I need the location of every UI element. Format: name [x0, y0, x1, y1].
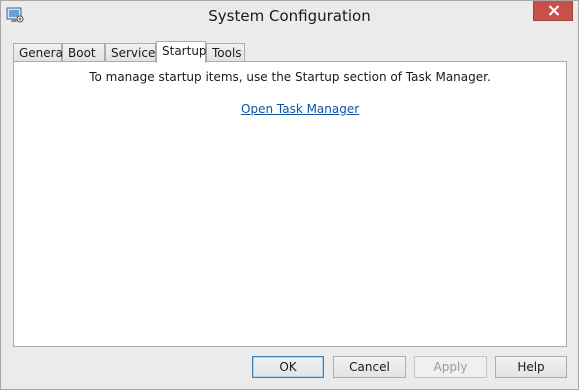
window-title: System Configuration [208, 7, 371, 25]
tab-services[interactable]: Services [105, 43, 162, 61]
tab-startup[interactable]: Startup [156, 41, 207, 63]
tab-general[interactable]: General [13, 43, 66, 61]
open-task-manager-link[interactable]: Open Task Manager [241, 102, 359, 116]
close-icon [548, 5, 560, 16]
system-configuration-window: System Configuration General Boot Servic… [0, 0, 579, 390]
tab-tools[interactable]: Tools [206, 43, 245, 61]
title-bar[interactable]: System Configuration [1, 1, 578, 33]
startup-message: To manage startup items, use the Startup… [89, 70, 491, 84]
startup-panel: To manage startup items, use the Startup… [13, 61, 567, 347]
ok-button[interactable]: OK [252, 356, 324, 378]
help-button[interactable]: Help [495, 356, 567, 378]
apply-button[interactable]: Apply [414, 356, 487, 378]
cancel-button[interactable]: Cancel [333, 356, 406, 378]
tab-boot[interactable]: Boot [62, 43, 105, 61]
close-button[interactable] [533, 1, 573, 21]
